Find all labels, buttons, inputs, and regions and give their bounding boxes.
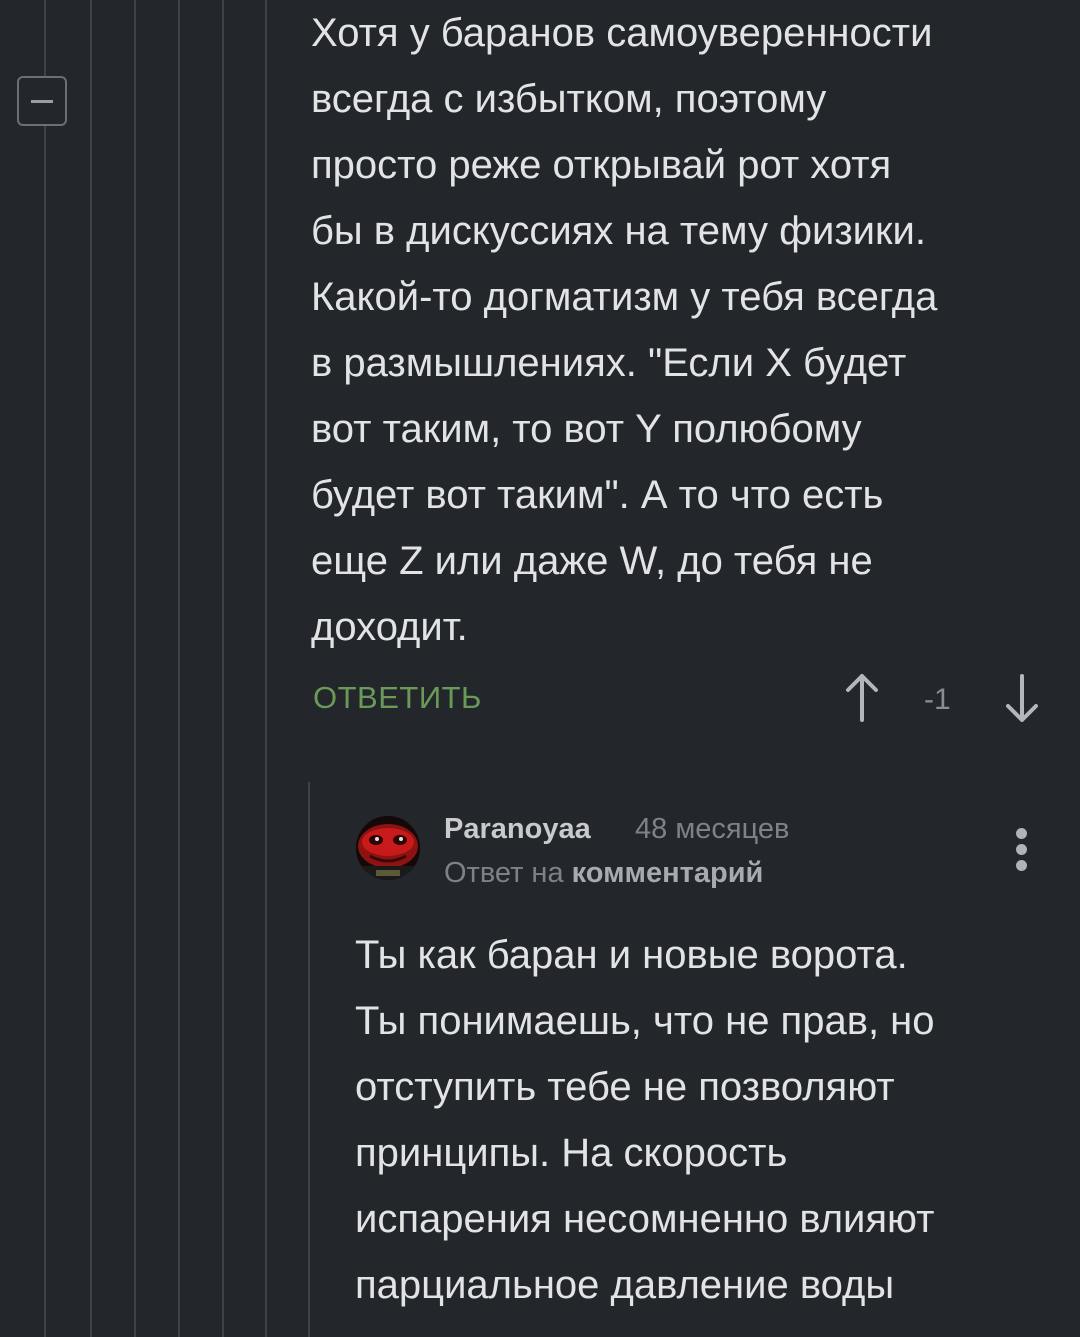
comment-rating: -1 — [924, 683, 951, 716]
reply-button[interactable]: ОТВЕТИТЬ — [313, 678, 482, 718]
thread-line-5 — [222, 0, 224, 1337]
comment-line: Ты понимаешь, что не прав, но — [355, 999, 935, 1043]
comment-line: бы в дискуссиях на тему физики. — [311, 209, 926, 253]
comment-line: парциальное давление воды — [355, 1263, 895, 1307]
comment-line: будет вот таким". А то что есть — [311, 473, 884, 517]
comment-line: Ты как баран и новые ворота. — [355, 933, 908, 977]
comment-line: Какой-то догматизм у тебя всегда — [311, 275, 938, 319]
collapse-thread-button[interactable] — [17, 76, 67, 126]
reply-thread-line — [308, 782, 310, 1337]
thread-line-3 — [134, 0, 136, 1337]
menu-dot — [1016, 844, 1027, 855]
thread-line-6 — [265, 0, 267, 1337]
comment-line: всегда с избытком, поэтому — [311, 77, 827, 121]
reply-to-comment-link[interactable]: комментарий — [572, 857, 764, 889]
arrow-down-icon[interactable] — [1000, 672, 1044, 724]
menu-dot — [1016, 860, 1027, 871]
comment-timestamp: 48 месяцев — [635, 813, 790, 845]
reply-to-prefix: Ответ на — [444, 857, 564, 889]
comment-line: просто реже открывай рот хотя — [311, 143, 892, 187]
reply-to-info: Ответ на комментарий — [444, 854, 763, 892]
parent-comment-body: Хотя у баранов самоуверенности всегда с … — [311, 0, 1051, 660]
minus-square-icon — [31, 100, 53, 103]
comment-author[interactable]: Paranoyaa — [444, 810, 591, 848]
reply-comment-body: Ты как баран и новые ворота. Ты понимаеш… — [355, 922, 1055, 1318]
comment-line: еще Z или даже W, до тебя не — [311, 539, 873, 583]
comment-line: отступить тебе не позволяют — [355, 1065, 895, 1109]
comment-line: испарения несомненно влияют — [355, 1197, 935, 1241]
comment-line: в размышлениях. "Если X будет — [311, 341, 907, 385]
comment-line: доходит. — [311, 605, 468, 649]
thread-line-4 — [178, 0, 180, 1337]
thread-line-1 — [44, 0, 46, 1337]
comment-line: принципы. На скорость — [355, 1131, 788, 1175]
avatar-image — [356, 816, 420, 880]
comment-line: Хотя у баранов самоуверенности — [311, 11, 933, 55]
more-vertical-icon[interactable] — [1008, 826, 1036, 872]
comment-line: вот таким, то вот Y полюбому — [311, 407, 862, 451]
menu-dot — [1016, 828, 1027, 839]
thread-line-2 — [90, 0, 92, 1337]
avatar[interactable] — [356, 816, 420, 880]
arrow-up-icon[interactable] — [840, 672, 884, 724]
